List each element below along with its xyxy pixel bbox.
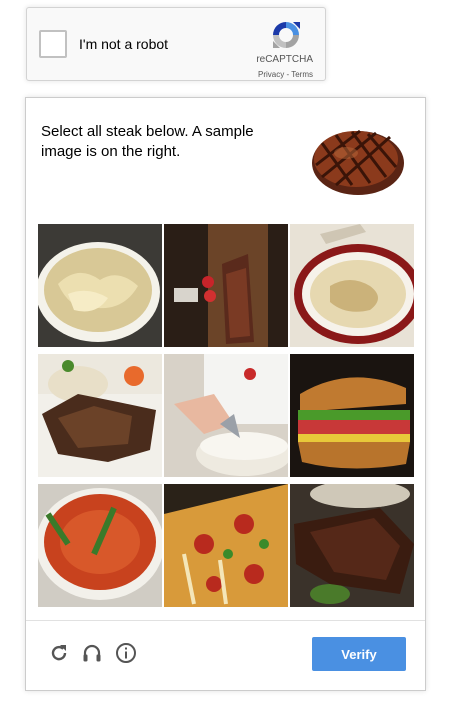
image-tile-steak-on-board[interactable] xyxy=(164,224,288,347)
image-tile-cake-decorating[interactable] xyxy=(164,354,288,477)
terms-link[interactable]: Terms xyxy=(291,70,313,79)
recaptcha-anchor: I'm not a robot reCAPTCHA Privacy - Term… xyxy=(26,7,326,81)
image-tile-grilled-meat-rice[interactable] xyxy=(38,354,162,477)
image-tile-ramen-soup[interactable] xyxy=(290,224,414,347)
challenge-image-grid xyxy=(38,224,414,607)
not-a-robot-checkbox[interactable] xyxy=(39,30,67,58)
checkbox-label: I'm not a robot xyxy=(79,36,169,52)
image-tile-dumpling-soup[interactable] xyxy=(38,224,162,347)
sample-steak-image xyxy=(306,113,406,203)
challenge-instruction: Select all steak below. A sample image i… xyxy=(41,123,254,160)
info-icon[interactable] xyxy=(115,642,137,664)
image-tile-red-soup[interactable] xyxy=(38,484,162,607)
verify-button[interactable]: Verify xyxy=(312,637,406,671)
privacy-terms-links: Privacy - Terms xyxy=(258,70,313,79)
audio-icon[interactable] xyxy=(81,642,103,664)
image-tile-sandwich[interactable] xyxy=(290,354,414,477)
recaptcha-challenge: Select all steak below. A sample image i… xyxy=(25,97,426,691)
reload-icon[interactable] xyxy=(48,642,70,664)
image-tile-pizza[interactable] xyxy=(164,484,288,607)
footer-divider xyxy=(26,620,425,621)
privacy-link[interactable]: Privacy xyxy=(258,70,284,79)
image-tile-steak-on-plate[interactable] xyxy=(290,484,414,607)
recaptcha-logo-icon xyxy=(273,22,300,48)
recaptcha-brand: reCAPTCHA xyxy=(256,54,313,65)
